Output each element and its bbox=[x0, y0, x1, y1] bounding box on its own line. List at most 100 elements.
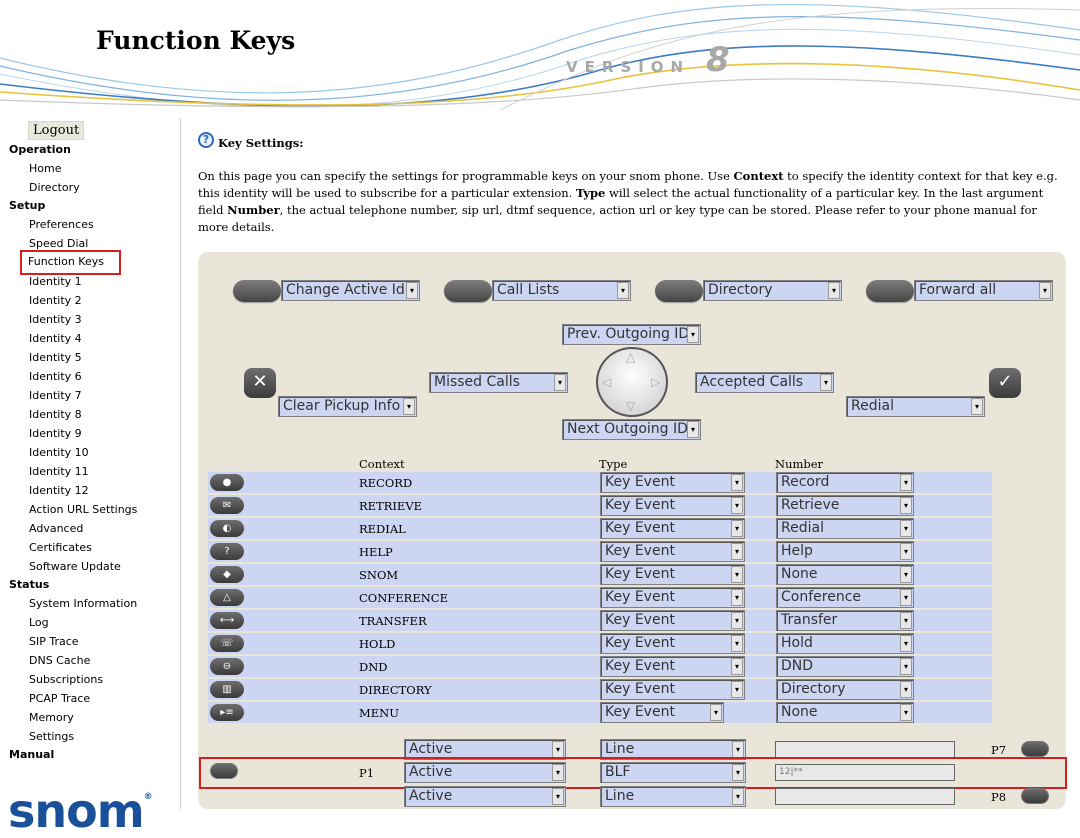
key-name: TRANSFER bbox=[359, 614, 427, 628]
sidebar-item-dns-cache[interactable]: DNS Cache bbox=[29, 654, 90, 667]
sidebar-item-advanced[interactable]: Advanced bbox=[29, 522, 83, 535]
sidebar-item-identity-11[interactable]: Identity 11 bbox=[29, 465, 89, 478]
sidebar-item-identity-9[interactable]: Identity 9 bbox=[29, 427, 82, 440]
sidebar-item-identity-4[interactable]: Identity 4 bbox=[29, 332, 82, 345]
hold-icon[interactable]: ☏ bbox=[210, 635, 244, 652]
key-type-select[interactable]: Key Event ▾ bbox=[600, 472, 745, 493]
help-icon[interactable]: ? bbox=[198, 132, 214, 148]
p8-type-select[interactable]: Line ▾ bbox=[600, 786, 746, 807]
key-number-select[interactable]: DND ▾ bbox=[776, 656, 914, 677]
chevron-down-icon: ▾ bbox=[900, 589, 912, 606]
p8-number-input[interactable] bbox=[775, 788, 955, 805]
key-number-select[interactable]: Record ▾ bbox=[776, 472, 914, 493]
key-number-select[interactable]: None ▾ bbox=[776, 702, 914, 723]
help-icon[interactable]: ? bbox=[210, 543, 244, 560]
key-number-select[interactable]: Redial ▾ bbox=[776, 518, 914, 539]
softkey-4-button[interactable] bbox=[866, 280, 914, 302]
key-number-select[interactable]: Help ▾ bbox=[776, 541, 914, 562]
sidebar-item-settings[interactable]: Settings bbox=[29, 730, 74, 743]
snom-icon[interactable]: ◆ bbox=[210, 566, 244, 583]
key-type-select[interactable]: Key Event ▾ bbox=[600, 541, 745, 562]
sidebar-item-identity-6[interactable]: Identity 6 bbox=[29, 370, 82, 383]
p1-context-select[interactable]: Active ▾ bbox=[404, 762, 566, 783]
table-row: ⟷ TRANSFER Key Event ▾ Transfer ▾ bbox=[208, 610, 992, 631]
sidebar-section-manual[interactable]: Manual bbox=[9, 748, 54, 761]
sidebar-item-preferences[interactable]: Preferences bbox=[29, 218, 94, 231]
key-number-select[interactable]: Directory ▾ bbox=[776, 679, 914, 700]
sidebar-item-action-url-settings[interactable]: Action URL Settings bbox=[29, 503, 137, 516]
nav-right-select[interactable]: Accepted Calls ▾ bbox=[695, 372, 834, 393]
sidebar-item-software-update[interactable]: Software Update bbox=[29, 560, 121, 573]
menu-icon[interactable]: ▸≡ bbox=[210, 704, 244, 721]
sidebar-item-identity-10[interactable]: Identity 10 bbox=[29, 446, 89, 459]
ok-key-button[interactable]: ✓ bbox=[989, 368, 1021, 398]
p8-context-select[interactable]: Active ▾ bbox=[404, 786, 566, 807]
ok-key-select[interactable]: Redial ▾ bbox=[846, 396, 985, 417]
p1-number-input[interactable]: 12|** bbox=[775, 764, 955, 781]
record-icon[interactable]: ● bbox=[210, 474, 244, 491]
sidebar-item-pcap-trace[interactable]: PCAP Trace bbox=[29, 692, 90, 705]
nav-up-select[interactable]: Prev. Outgoing ID ▾ bbox=[562, 324, 701, 345]
key-number-select[interactable]: Conference ▾ bbox=[776, 587, 914, 608]
chevron-down-icon: ▾ bbox=[900, 704, 912, 721]
p7-number-input[interactable] bbox=[775, 741, 955, 758]
sidebar-item-home[interactable]: Home bbox=[29, 162, 61, 175]
nav-down-select[interactable]: Next Outgoing ID ▾ bbox=[562, 419, 701, 440]
dnd-icon[interactable]: ⊖ bbox=[210, 658, 244, 675]
key-type-select[interactable]: Key Event ▾ bbox=[600, 679, 745, 700]
key-type-select[interactable]: Key Event ▾ bbox=[600, 656, 745, 677]
book-icon[interactable]: ▥ bbox=[210, 681, 244, 698]
key-number-select[interactable]: Transfer ▾ bbox=[776, 610, 914, 631]
key-number-select[interactable]: None ▾ bbox=[776, 564, 914, 585]
sidebar-item-speed-dial[interactable]: Speed Dial bbox=[29, 237, 88, 250]
softkey-1-button[interactable] bbox=[233, 280, 281, 302]
sidebar-item-directory[interactable]: Directory bbox=[29, 181, 80, 194]
key-number-select[interactable]: Hold ▾ bbox=[776, 633, 914, 654]
softkey-2-button[interactable] bbox=[444, 280, 492, 302]
key-type-select[interactable]: Key Event ▾ bbox=[600, 518, 745, 539]
key-type-select[interactable]: Key Event ▾ bbox=[600, 587, 745, 608]
p8-key-button[interactable] bbox=[1021, 788, 1049, 804]
sidebar-item-function-keys[interactable]: Function Keys bbox=[20, 250, 121, 275]
key-name: MENU bbox=[359, 706, 399, 720]
p7-key-button[interactable] bbox=[1021, 741, 1049, 757]
logout-button[interactable]: Logout bbox=[28, 121, 85, 140]
softkey-2-select[interactable]: Call Lists ▾ bbox=[492, 280, 631, 301]
envelope-icon[interactable]: ✉ bbox=[210, 497, 244, 514]
softkey-4-select[interactable]: Forward all ▾ bbox=[914, 280, 1053, 301]
navigation-pad[interactable]: △ ▽ ◁ ▷ bbox=[596, 347, 668, 417]
p1-type-select[interactable]: BLF ▾ bbox=[600, 762, 746, 783]
sidebar-item-identity-8[interactable]: Identity 8 bbox=[29, 408, 82, 421]
cancel-key-select[interactable]: Clear Pickup Info ▾ bbox=[278, 396, 417, 417]
softkey-3-select[interactable]: Directory ▾ bbox=[703, 280, 842, 301]
key-number-select[interactable]: Retrieve ▾ bbox=[776, 495, 914, 516]
key-type-select[interactable]: Key Event ▾ bbox=[600, 495, 745, 516]
nav-left-select[interactable]: Missed Calls ▾ bbox=[429, 372, 568, 393]
sidebar-item-system-information[interactable]: System Information bbox=[29, 597, 137, 610]
chevron-down-icon: ▾ bbox=[731, 474, 743, 491]
sidebar-item-memory[interactable]: Memory bbox=[29, 711, 74, 724]
key-type-select[interactable]: Key Event ▾ bbox=[600, 610, 745, 631]
redial-icon[interactable]: ◐ bbox=[210, 520, 244, 537]
key-type-select[interactable]: Key Event ▾ bbox=[600, 564, 745, 585]
sidebar-item-sip-trace[interactable]: SIP Trace bbox=[29, 635, 79, 648]
key-name: CONFERENCE bbox=[359, 591, 448, 605]
cancel-key-button[interactable]: ✕ bbox=[244, 368, 276, 398]
softkey-1-select[interactable]: Change Active Id ▾ bbox=[281, 280, 420, 301]
sidebar-item-identity-3[interactable]: Identity 3 bbox=[29, 313, 82, 326]
transfer-icon[interactable]: ⟷ bbox=[210, 612, 244, 629]
sidebar-item-identity-5[interactable]: Identity 5 bbox=[29, 351, 82, 364]
key-type-select[interactable]: Key Event ▾ bbox=[600, 633, 745, 654]
sidebar-item-log[interactable]: Log bbox=[29, 616, 49, 629]
sidebar-item-identity-7[interactable]: Identity 7 bbox=[29, 389, 82, 402]
conference-icon[interactable]: △ bbox=[210, 589, 244, 606]
key-type-select[interactable]: Key Event ▾ bbox=[600, 702, 724, 723]
sidebar-item-identity-1[interactable]: Identity 1 bbox=[29, 275, 82, 288]
sidebar-item-certificates[interactable]: Certificates bbox=[29, 541, 92, 554]
sidebar-item-subscriptions[interactable]: Subscriptions bbox=[29, 673, 103, 686]
chevron-down-icon: ▾ bbox=[552, 764, 564, 781]
sidebar-item-identity-2[interactable]: Identity 2 bbox=[29, 294, 82, 307]
softkey-3-button[interactable] bbox=[655, 280, 703, 302]
sidebar-item-identity-12[interactable]: Identity 12 bbox=[29, 484, 89, 497]
p1-key-button[interactable] bbox=[210, 763, 238, 779]
